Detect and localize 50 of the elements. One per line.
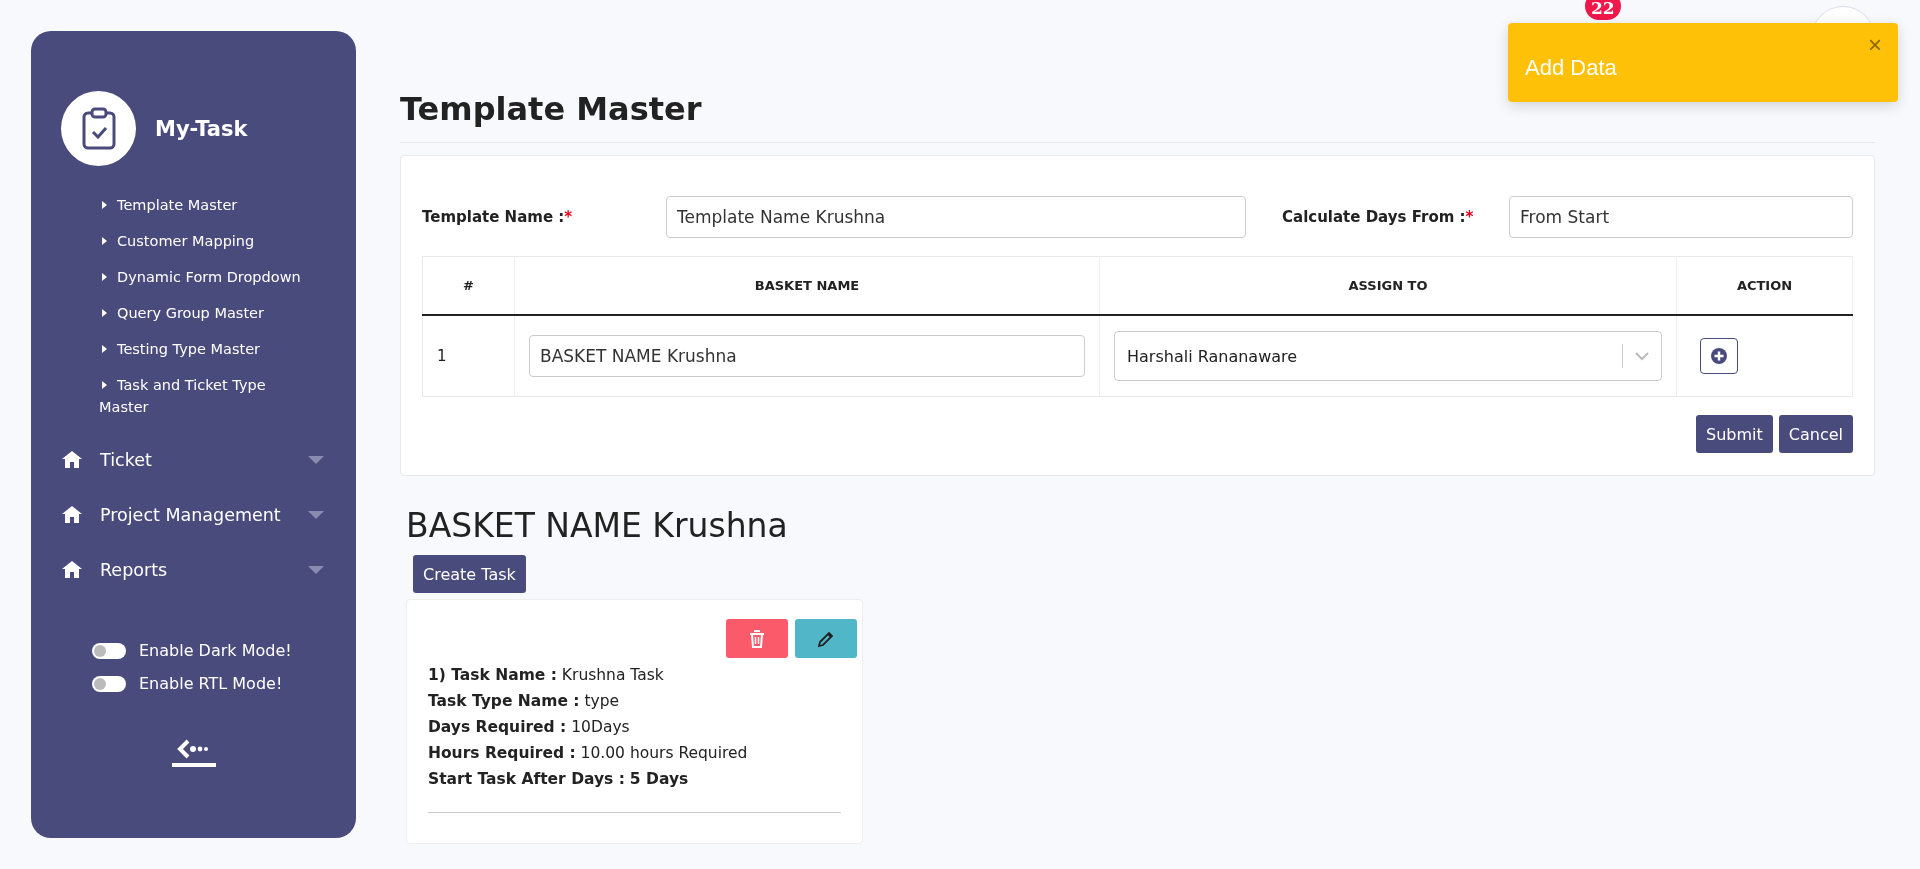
sidebar-menu-item[interactable]: Ticket	[100, 449, 308, 470]
form-button[interactable]: Cancel	[1778, 415, 1853, 453]
sidebar-menu-item[interactable]: Reports	[100, 559, 308, 580]
collapse-arrow-icon[interactable]	[171, 737, 216, 767]
home-icon	[62, 451, 82, 468]
column-header: BASKET NAME	[514, 256, 1100, 315]
caret-icon[interactable]	[308, 565, 324, 574]
sidebar-submenu-item[interactable]: Dynamic Form Dropdown	[99, 266, 309, 288]
task-detail: Hours Required : 10.00 hours Required	[428, 743, 749, 764]
column-header: #	[422, 256, 515, 315]
sidebar-submenu-item[interactable]: Customer Mapping	[99, 230, 309, 252]
sidebar-menu-item[interactable]: Project Management	[100, 504, 308, 525]
toggle-label: Enable Dark Mode!	[139, 641, 292, 660]
caret-icon[interactable]	[308, 510, 324, 519]
basket-title: BASKET NAME Krushna	[406, 506, 789, 545]
toggle-switch[interactable]	[92, 642, 126, 659]
task-detail: Start Task After Days : 5 Days	[428, 769, 690, 790]
notification-badge: 22	[1585, 0, 1621, 20]
trash-icon	[749, 629, 765, 648]
create-task-button[interactable]: Create Task	[413, 555, 526, 593]
sidebar-submenu-item[interactable]: Template Master	[99, 194, 309, 216]
home-icon	[62, 561, 82, 578]
sidebar-submenu-item[interactable]: Task and Ticket Type Master	[99, 374, 309, 418]
table-cell: 1	[422, 315, 515, 397]
toast-message: Add Data	[1525, 54, 1617, 81]
caret-icon[interactable]	[308, 455, 324, 464]
task-detail: 1) Task Name : Krushna Task	[428, 665, 665, 686]
input-field[interactable]: From Start	[1509, 196, 1853, 238]
form-button[interactable]: Submit	[1696, 415, 1773, 453]
select-field[interactable]: Harshali Rananaware	[1114, 331, 1662, 381]
plus-circle-icon	[1710, 347, 1728, 365]
edit-button[interactable]	[795, 619, 857, 658]
pencil-icon	[817, 629, 835, 648]
field-label: Template Name :*	[422, 208, 574, 226]
input-field[interactable]: Template Name Krushna	[666, 196, 1246, 238]
toggle-switch[interactable]	[92, 675, 126, 692]
toggle-label: Enable RTL Mode!	[139, 674, 283, 693]
home-icon	[62, 506, 82, 523]
add-button[interactable]	[1700, 338, 1738, 374]
field-label: Calculate Days From :*	[1282, 208, 1475, 226]
sidebar-submenu-item[interactable]: Testing Type Master	[99, 338, 309, 360]
delete-button[interactable]	[726, 619, 788, 658]
input-field[interactable]: BASKET NAME Krushna	[529, 335, 1085, 377]
column-header: ASSIGN TO	[1099, 256, 1677, 315]
sidebar-submenu-item[interactable]: Query Group Master	[99, 302, 309, 324]
task-detail: Days Required : 10Days	[428, 717, 631, 738]
task-detail: Task Type Name : type	[428, 691, 621, 712]
column-header: ACTION	[1676, 256, 1853, 315]
page-title: Template Master	[400, 90, 1875, 143]
app-name: My-Task	[155, 116, 248, 141]
